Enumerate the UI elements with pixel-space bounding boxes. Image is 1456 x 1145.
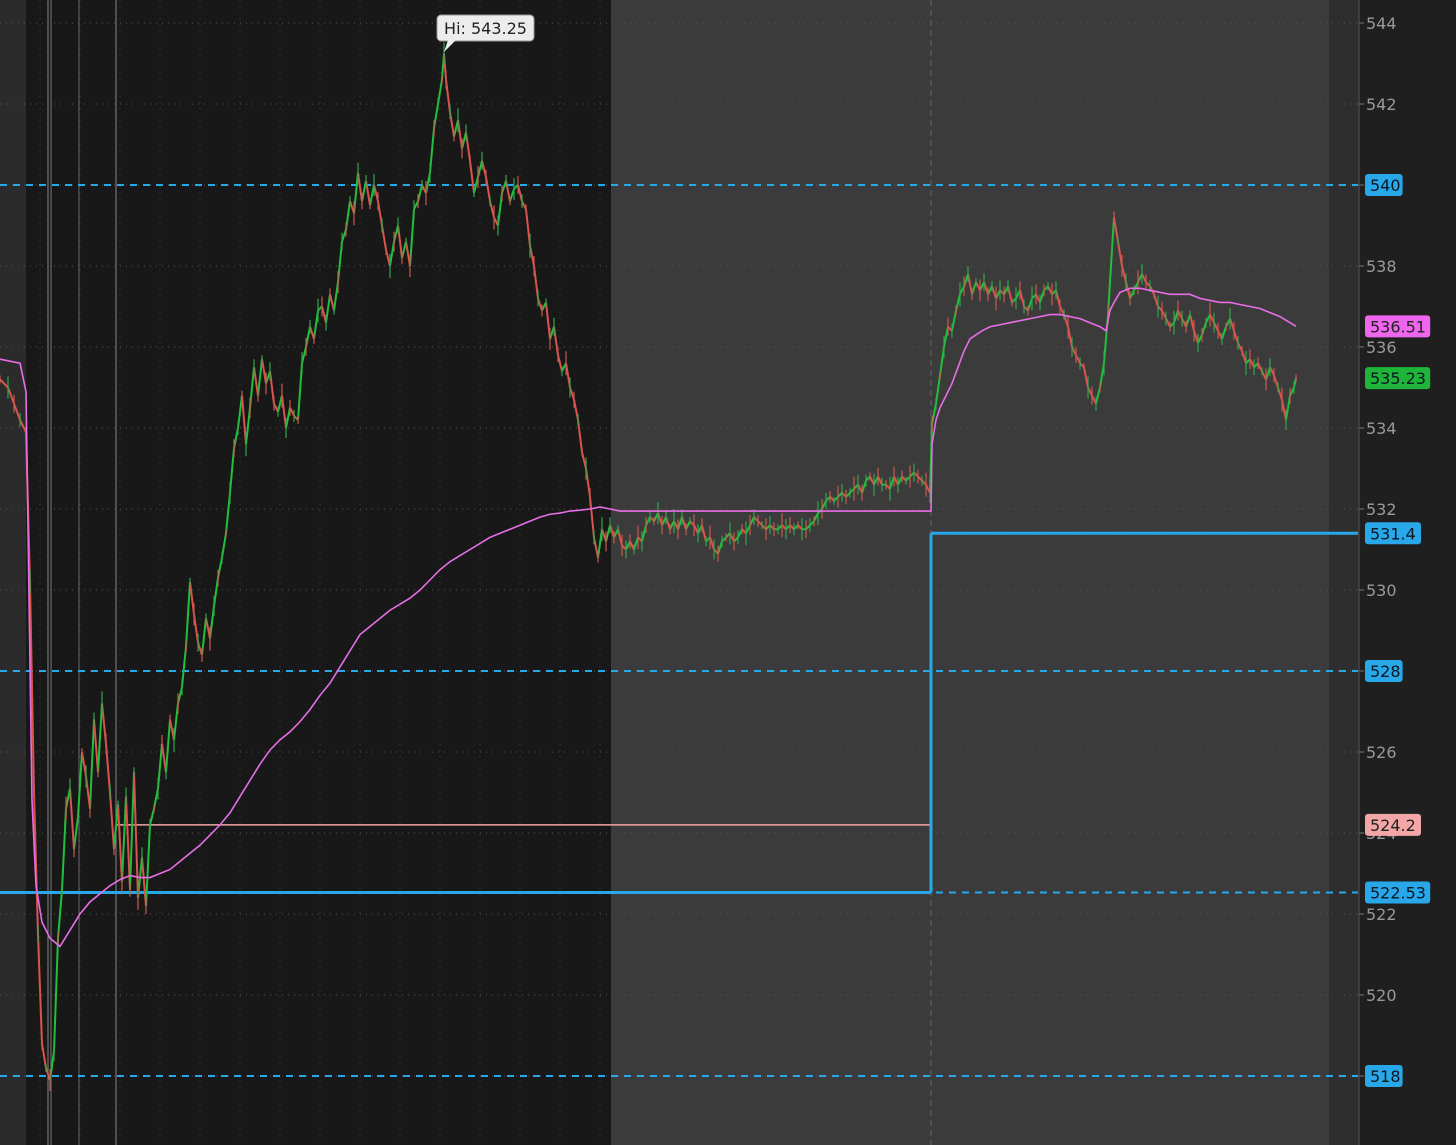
price-tag-label-524.2: 524.2 bbox=[1370, 816, 1416, 835]
y-tick-label-534: 534 bbox=[1366, 419, 1397, 438]
price-chart[interactable]: 5185205225245265285305325345365385405425… bbox=[0, 0, 1456, 1145]
right-margin-shade bbox=[1329, 0, 1359, 1145]
price-tag-label-528: 528 bbox=[1370, 662, 1401, 681]
premarket-shade bbox=[0, 0, 26, 1145]
price-tag-label-518: 518 bbox=[1370, 1067, 1401, 1086]
price-tag-label-536.51: 536.51 bbox=[1370, 317, 1426, 336]
y-tick-label-520: 520 bbox=[1366, 986, 1397, 1005]
y-tick-label-532: 532 bbox=[1366, 500, 1397, 519]
price-tag-label-531.4: 531.4 bbox=[1370, 524, 1416, 543]
axis-background bbox=[1359, 0, 1456, 1145]
price-tag-label-535.23: 535.23 bbox=[1370, 369, 1426, 388]
y-tick-label-530: 530 bbox=[1366, 581, 1397, 600]
y-tick-label-544: 544 bbox=[1366, 14, 1397, 33]
y-tick-label-538: 538 bbox=[1366, 257, 1397, 276]
y-tick-label-522: 522 bbox=[1366, 905, 1397, 924]
afterhours-shade bbox=[611, 0, 1329, 1145]
high-callout-label: Hi: 543.25 bbox=[444, 19, 527, 38]
price-tag-label-540: 540 bbox=[1370, 176, 1401, 195]
price-tag-label-522.53: 522.53 bbox=[1370, 884, 1426, 903]
y-tick-label-542: 542 bbox=[1366, 95, 1397, 114]
y-tick-label-526: 526 bbox=[1366, 743, 1397, 762]
y-tick-label-536: 536 bbox=[1366, 338, 1397, 357]
